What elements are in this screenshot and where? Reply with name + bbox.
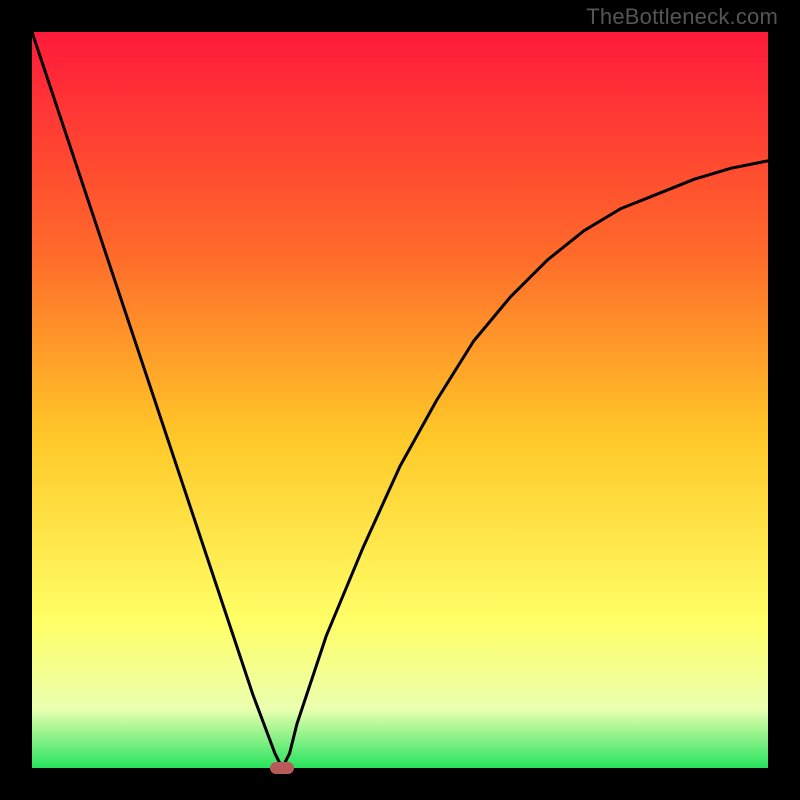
bottleneck-curve — [32, 32, 768, 768]
plot-area — [32, 32, 768, 768]
watermark-text: TheBottleneck.com — [586, 4, 778, 30]
valley-marker — [270, 762, 294, 774]
chart-frame: TheBottleneck.com — [0, 0, 800, 800]
